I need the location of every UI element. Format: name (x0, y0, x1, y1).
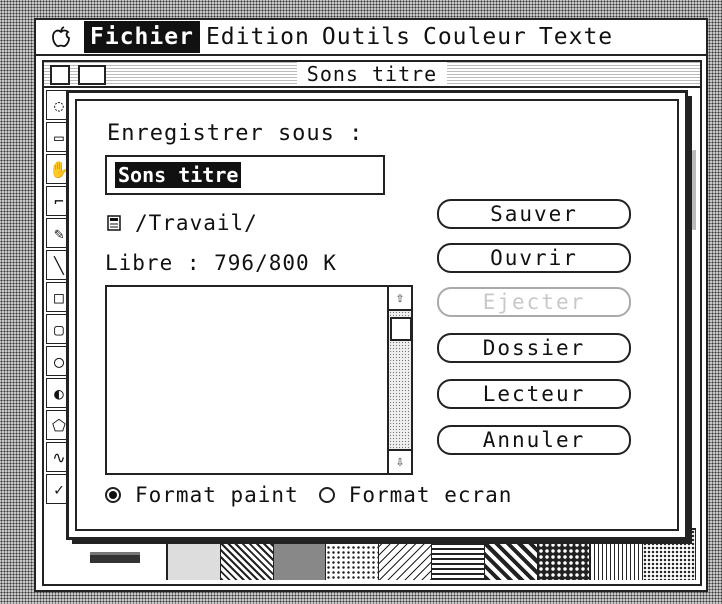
free-space: Libre : 796/800 K (105, 251, 337, 275)
dialog-inner-frame: Enregistrer sous : Sons titre /Travail/ … (75, 99, 679, 531)
format-screen-radio[interactable] (318, 487, 335, 503)
filename-value: Sons titre (115, 162, 242, 188)
folder-button[interactable]: Dossier (437, 333, 631, 363)
paint-window-titlebar[interactable]: Sons titre (44, 62, 700, 88)
scroll-thumb[interactable] (390, 317, 412, 341)
save-dialog: Enregistrer sous : Sons titre /Travail/ … (66, 90, 688, 540)
apple-icon[interactable] (46, 24, 76, 50)
file-list-scrollbar[interactable]: ⇧ ⇩ (387, 287, 412, 473)
menu-fichier[interactable]: Fichier (84, 21, 200, 53)
format-paint-label[interactable]: Format paint (135, 483, 299, 507)
drive-button[interactable]: Lecteur (437, 379, 631, 409)
menu-outils[interactable]: Outils (316, 21, 417, 53)
save-button[interactable]: Sauver (437, 199, 631, 229)
cancel-button[interactable]: Annuler (437, 425, 631, 455)
path-row: /Travail/ (107, 211, 258, 235)
open-button[interactable]: Ouvrir (437, 243, 631, 273)
format-screen-label[interactable]: Format ecran (349, 483, 513, 507)
filename-input[interactable]: Sons titre (105, 155, 385, 195)
format-options: Format paint Format ecran (105, 483, 532, 507)
menu-texte[interactable]: Texte (533, 21, 619, 53)
format-paint-radio[interactable] (105, 487, 121, 503)
scroll-up-arrow-icon[interactable]: ⇧ (389, 287, 411, 311)
dialog-title: Enregistrer sous : (107, 121, 364, 146)
disk-icon (107, 215, 121, 231)
current-path: /Travail/ (135, 211, 258, 235)
paint-window-title: Sons titre (296, 62, 448, 86)
eject-button[interactable]: Ejecter (437, 287, 631, 317)
close-box-icon[interactable] (50, 65, 70, 85)
menu-couleur[interactable]: Couleur (417, 21, 533, 53)
zoom-box-icon[interactable] (78, 65, 106, 85)
file-list[interactable]: ⇧ ⇩ (105, 285, 413, 475)
menu-edition[interactable]: Edition (200, 21, 316, 53)
scroll-down-arrow-icon[interactable]: ⇩ (389, 449, 411, 473)
menu-bar: Fichier Edition Outils Couleur Texte (36, 20, 706, 56)
